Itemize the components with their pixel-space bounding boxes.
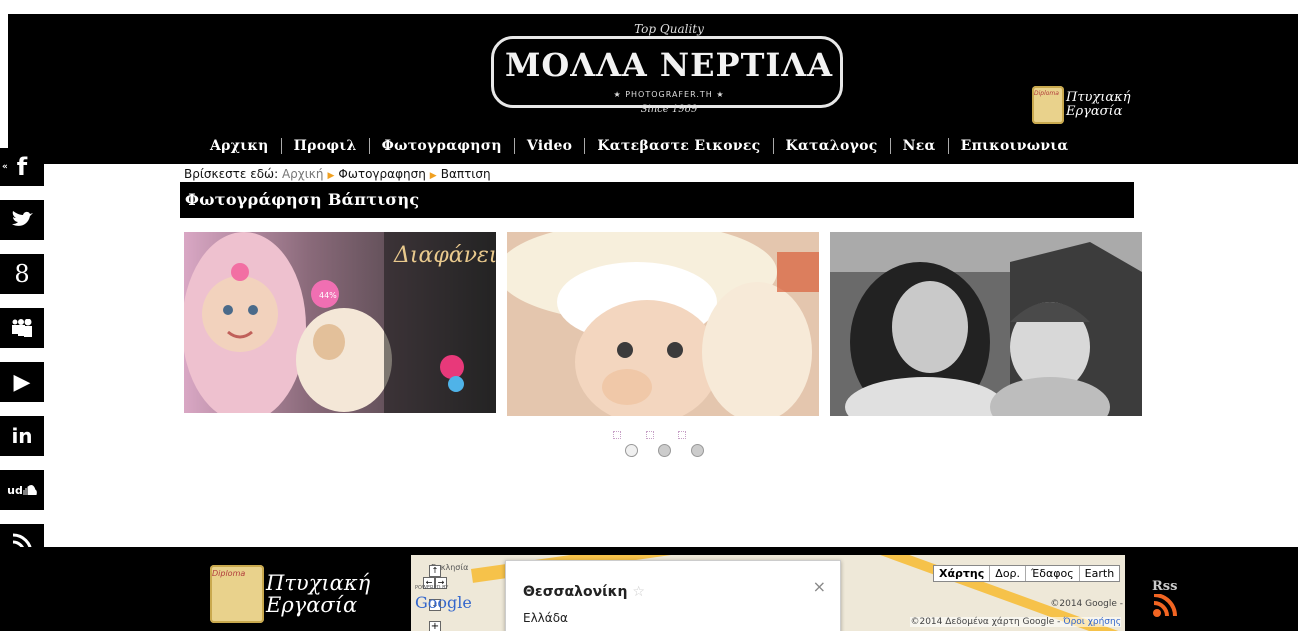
- twitter-icon[interactable]: [0, 200, 44, 240]
- google-map[interactable]: Εκκλησία ↑ ← → ↓ + POWERED BY Google Θεσ…: [411, 555, 1125, 631]
- powered-by-label: POWERED BY: [415, 585, 449, 591]
- thesis-badge-line1: Πτυχιακή: [1066, 90, 1131, 106]
- baby-hat-image: [507, 232, 819, 416]
- thesis-badge-line2: Εργασία: [1066, 104, 1123, 119]
- popup-title: Θεσσαλονίκη ☆: [523, 584, 645, 600]
- zoom-in-icon[interactable]: +: [429, 621, 441, 631]
- photo-slide-1[interactable]: 44% Διαφάνεια: [184, 232, 496, 413]
- nav-photography[interactable]: Φωτογραφηση: [370, 138, 515, 154]
- thumb-marker[interactable]: [646, 431, 654, 439]
- slider-dot[interactable]: [658, 444, 671, 457]
- map-data-notice: ©2014 Δεδομένα χάρτη Google - Όροι χρήση…: [910, 617, 1121, 627]
- main-nav: Αρχικη Προφιλ Φωτογραφηση Video Κατεβαστ…: [198, 138, 1081, 154]
- slider-dot[interactable]: [691, 444, 704, 457]
- breadcrumb-arrow-icon: ▶: [429, 171, 437, 181]
- rss-feed-icon: [1153, 593, 1177, 617]
- scroll-icon: Diploma: [1032, 86, 1064, 124]
- page-title-bar: Φωτογράφηση Βάπτισης: [180, 182, 1134, 218]
- top-strip: [0, 0, 1298, 14]
- nav-home[interactable]: Αρχικη: [198, 138, 282, 154]
- footer-thesis-badge[interactable]: Diploma Πτυχιακή Εργασία: [210, 565, 370, 623]
- scroll-icon: Diploma: [210, 565, 264, 623]
- nav-catalog[interactable]: Καταλογος: [774, 138, 891, 154]
- site-logo[interactable]: Top Quality ΜΟΛΛΑ ΝΕΡΤΙΛΑ ★ PHOTOGRAFER.…: [491, 22, 847, 118]
- popup-subtitle: Ελλάδα: [523, 611, 568, 625]
- photo-slide-3[interactable]: [830, 232, 1142, 416]
- nav-download-images[interactable]: Κατεβαστε Εικονες: [585, 138, 774, 154]
- youtube-play-icon[interactable]: ▶: [0, 362, 44, 402]
- myspace-icon[interactable]: [0, 308, 44, 348]
- map-type-map[interactable]: Χάρτης: [934, 566, 989, 581]
- breadcrumb-prefix: Βρίσκεστε εδώ:: [184, 167, 279, 181]
- nav-profile[interactable]: Προφιλ: [282, 138, 370, 154]
- google-logo: Google: [415, 593, 472, 612]
- logo-subtitle: ★ PHOTOGRAFER.TH ★: [613, 90, 725, 99]
- logo-since: Since 1969: [640, 104, 698, 115]
- slide-badge: 44%: [319, 291, 337, 300]
- breadcrumb: Βρίσκεστε εδώ: Αρχική ▶ Φωτογραφηση ▶ Βαπτισ…: [184, 167, 491, 181]
- photo-slide-2[interactable]: [507, 232, 819, 416]
- page-title: Φωτογράφηση Βάπτισης: [185, 190, 420, 209]
- map-type-satellite[interactable]: Δορ.: [989, 566, 1025, 581]
- footer-rss[interactable]: Rss: [1152, 579, 1180, 622]
- facebook-icon[interactable]: «f: [0, 148, 44, 186]
- soundcloud-icon[interactable]: ud: [0, 470, 44, 510]
- map-type-terrain[interactable]: Έδαφος: [1025, 566, 1079, 581]
- breadcrumb-home[interactable]: Αρχική: [282, 167, 324, 181]
- rss-label: Rss: [1152, 579, 1178, 594]
- breadcrumb-arrow-icon: ▶: [327, 171, 335, 181]
- breadcrumb-photography[interactable]: Φωτογραφηση: [338, 167, 425, 181]
- close-icon[interactable]: ×: [813, 577, 826, 596]
- map-copyright: ©2014 Google -: [1050, 599, 1123, 609]
- logo-name: ΜΟΛΛΑ ΝΕΡΤΙΛΑ: [504, 46, 834, 84]
- thumb-marker[interactable]: [678, 431, 686, 439]
- nav-news[interactable]: Νεα: [891, 138, 949, 154]
- footer-badge-line1: Πτυχιακή: [266, 570, 371, 595]
- site-header: Top Quality ΜΟΛΛΑ ΝΕΡΤΙΛΑ ★ PHOTOGRAFER.…: [8, 14, 1298, 164]
- thumb-marker[interactable]: [613, 431, 621, 439]
- pan-up-icon[interactable]: ↑: [429, 565, 441, 577]
- mother-child-image: [830, 232, 1142, 416]
- photo-collage-image: 44% Διαφάνεια: [184, 232, 496, 413]
- logo-tagline: Top Quality: [634, 22, 704, 36]
- footer-badge-line2: Εργασία: [266, 593, 358, 617]
- terms-link[interactable]: Όροι χρήσης: [1063, 617, 1121, 627]
- map-type-earth[interactable]: Earth: [1078, 566, 1120, 581]
- google-plus-icon[interactable]: 8: [0, 254, 44, 294]
- breadcrumb-current: Βαπτιση: [440, 167, 491, 181]
- map-info-popup: Θεσσαλονίκη ☆ Ελλάδα ×: [505, 560, 841, 631]
- star-icon[interactable]: ☆: [632, 584, 645, 600]
- map-type-control: Χάρτης Δορ. Έδαφος Earth: [933, 565, 1121, 582]
- slider-dot[interactable]: [625, 444, 638, 457]
- nav-video[interactable]: Video: [515, 138, 586, 154]
- slide-caption: Διαφάνεια: [393, 243, 496, 268]
- slider-dots: [625, 444, 704, 457]
- linkedin-icon[interactable]: in: [0, 416, 44, 456]
- nav-contact[interactable]: Επικοινωνια: [949, 138, 1081, 154]
- thesis-badge[interactable]: Diploma Πτυχιακή Εργασία: [1032, 86, 1131, 124]
